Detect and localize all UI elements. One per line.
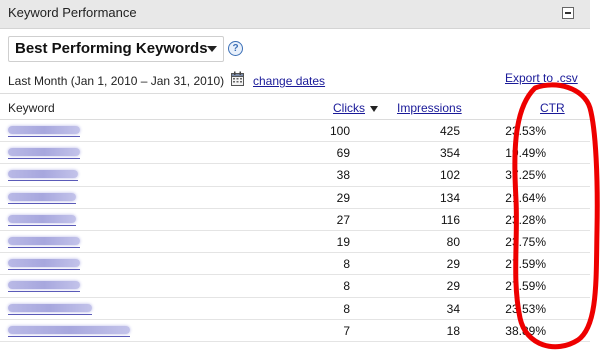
clicks-cell: 38 xyxy=(336,168,350,183)
ctr-cell: 23.75% xyxy=(505,234,546,249)
sort-desc-icon xyxy=(370,106,378,112)
ctr-cell: 23.53% xyxy=(505,124,546,138)
clicks-cell: 8 xyxy=(343,279,350,294)
ctr-cell: 19.49% xyxy=(505,146,546,161)
impressions-cell: 80 xyxy=(446,234,460,249)
keyword-performance-widget: Keyword Performance Best Performing Keyw… xyxy=(0,0,607,356)
ctr-cell: 23.28% xyxy=(505,212,546,227)
impressions-cell: 354 xyxy=(439,146,460,161)
ctr-cell: 27.59% xyxy=(505,257,546,272)
ctr-cell: 23.53% xyxy=(505,301,546,316)
table-row: 8 29 27.59% xyxy=(0,253,590,276)
table-row: 7 18 38.89% xyxy=(0,320,590,342)
caret-down-icon xyxy=(207,46,217,52)
table-row: 69 354 19.49% xyxy=(0,142,590,165)
report-type-dropdown[interactable]: Best Performing Keywords xyxy=(8,36,224,62)
clicks-cell: 8 xyxy=(343,257,350,272)
ctr-cell: 38.89% xyxy=(505,323,546,338)
column-header-ctr[interactable]: CTR xyxy=(540,101,565,115)
impressions-cell: 102 xyxy=(439,168,460,183)
column-header-clicks[interactable]: Clicks xyxy=(333,101,365,115)
impressions-cell: 29 xyxy=(446,257,460,272)
table-row: 8 29 27.59% xyxy=(0,275,590,298)
widget-title: Keyword Performance xyxy=(8,5,137,20)
column-header-impressions[interactable]: Impressions xyxy=(397,101,462,115)
clicks-cell: 7 xyxy=(343,323,350,338)
keyword-link[interactable] xyxy=(8,278,80,293)
impressions-cell: 425 xyxy=(439,124,460,138)
question-icon[interactable]: ? xyxy=(228,41,243,56)
keyword-link[interactable] xyxy=(8,167,78,182)
impressions-cell: 18 xyxy=(446,323,460,338)
widget-header: Keyword Performance xyxy=(0,0,590,29)
calendar-icon[interactable] xyxy=(231,71,244,86)
keyword-table-body: 100 425 23.53% 69 354 19.49% 38 102 37.2… xyxy=(0,120,590,342)
impressions-cell: 134 xyxy=(439,190,460,205)
impressions-cell: 116 xyxy=(440,212,460,227)
table-row: 19 80 23.75% xyxy=(0,231,590,254)
report-type-label: Best Performing Keywords xyxy=(15,40,208,57)
ctr-cell: 27.59% xyxy=(505,279,546,294)
keyword-link[interactable] xyxy=(8,234,80,248)
clicks-cell: 27 xyxy=(336,212,350,227)
clicks-cell: 19 xyxy=(336,234,350,249)
keyword-link[interactable] xyxy=(8,212,76,226)
impressions-cell: 29 xyxy=(446,279,460,294)
ctr-cell: 37.25% xyxy=(505,168,546,183)
keyword-link[interactable] xyxy=(8,190,76,204)
table-row: 100 425 23.53% xyxy=(0,120,590,143)
export-csv-link[interactable]: Export to .csv xyxy=(505,71,578,85)
clicks-cell: 69 xyxy=(336,146,350,161)
table-row: 27 116 23.28% xyxy=(0,209,590,231)
clicks-cell: 100 xyxy=(329,124,350,138)
table-row: 8 34 23.53% xyxy=(0,298,590,320)
ctr-cell: 21.64% xyxy=(505,190,546,205)
minus-box-icon[interactable] xyxy=(562,7,574,19)
table-row: 38 102 37.25% xyxy=(0,164,590,187)
clicks-cell: 8 xyxy=(343,301,350,316)
clicks-cell: 29 xyxy=(336,190,350,205)
impressions-cell: 34 xyxy=(446,301,460,316)
change-dates-link[interactable]: change dates xyxy=(253,74,325,88)
column-header-keyword: Keyword xyxy=(8,101,55,115)
table-divider xyxy=(0,93,590,94)
keyword-link[interactable] xyxy=(8,123,80,137)
keyword-link[interactable] xyxy=(8,323,130,337)
date-range-label: Last Month (Jan 1, 2010 – Jan 31, 2010) xyxy=(8,74,225,88)
keyword-link[interactable] xyxy=(8,145,80,160)
table-row: 29 134 21.64% xyxy=(0,187,590,209)
keyword-link[interactable] xyxy=(8,301,92,315)
keyword-link[interactable] xyxy=(8,256,80,271)
